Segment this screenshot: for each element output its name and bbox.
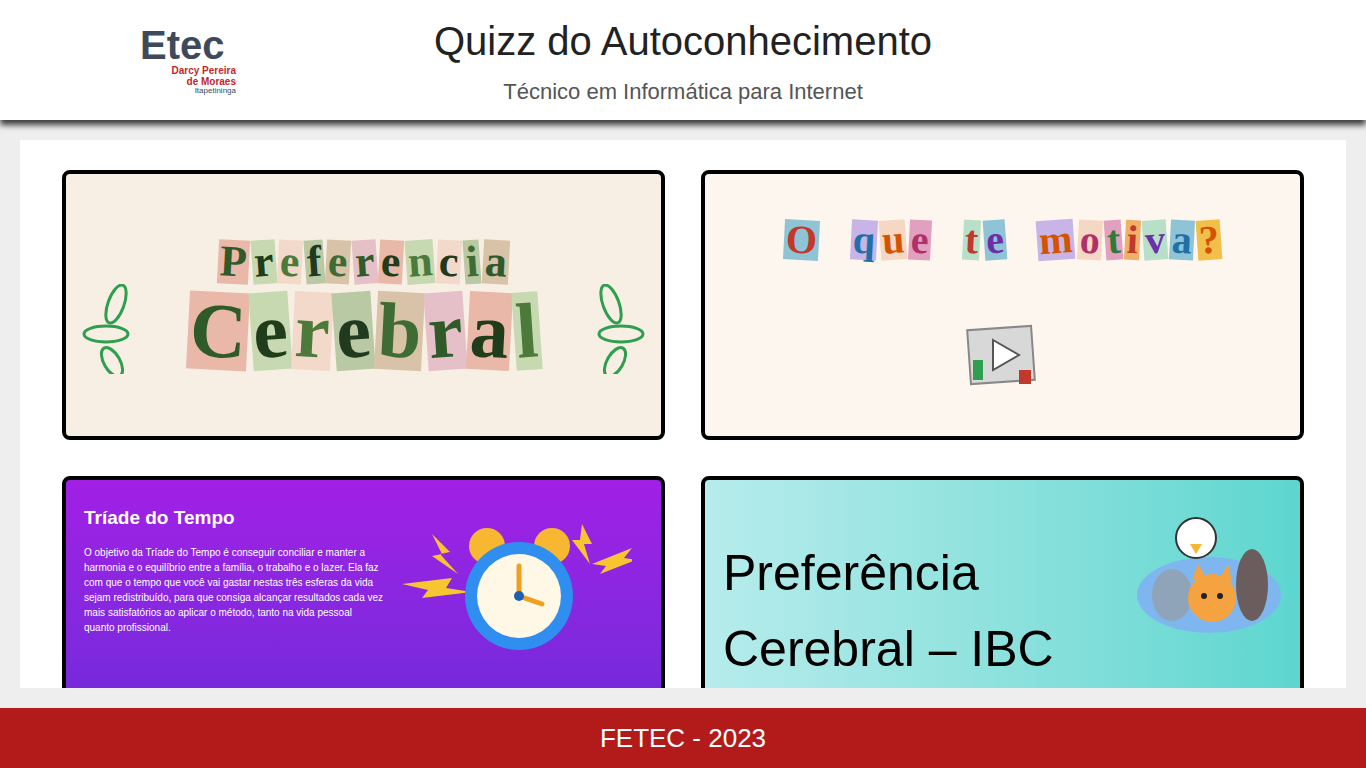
content: Preferencia Cerebral Oquetemotiva? Tríade d… [0, 120, 1366, 708]
page-title: Quizz do Autoconhecimento [434, 13, 932, 69]
quiz-card[interactable]: Preferencia Cerebral [62, 170, 665, 440]
page-subtitle: Técnico em Informática para Internet [503, 75, 863, 108]
app: EtecDarcy Pereirade MoraesItapetininga Qu… [0, 0, 1366, 768]
quiz-card[interactable]: Tríade do Tempo O objetivo da Tríade do T… [62, 476, 665, 688]
card-text: O objetivo da Tríade do Tempo é consegui… [84, 545, 384, 635]
card-title: Cerebral – IBC [723, 611, 1054, 687]
collage-text: Cerebral [188, 292, 540, 370]
quiz-card[interactable]: Oquetemotiva? [701, 170, 1304, 440]
collage-text: Preferencia [218, 240, 509, 284]
cards-panel[interactable]: Preferencia Cerebral Oquetemotiva? Tríade d… [20, 140, 1346, 688]
animals-icon [1134, 510, 1284, 640]
footer: FETEC - 2023 [0, 708, 1366, 768]
header: EtecDarcy Pereirade MoraesItapetininga Qu… [0, 0, 1366, 120]
leaf-left-icon [76, 284, 136, 374]
quiz-card[interactable]: PreferênciaCerebral – IBC [701, 476, 1304, 688]
etec-logo: EtecDarcy Pereirade MoraesItapetininga [140, 25, 250, 95]
play-icon[interactable] [963, 320, 1043, 390]
leaf-right-icon [591, 284, 651, 374]
card-title: Tríade do Tempo [84, 504, 384, 533]
alarm-clock-icon [392, 504, 632, 664]
collage-text: Oquetemotiva? [784, 220, 1221, 260]
card-title: Preferência [723, 535, 1054, 611]
